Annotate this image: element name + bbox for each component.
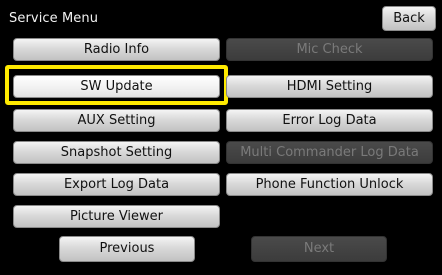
- snapshot-setting-button[interactable]: Snapshot Setting: [13, 141, 220, 164]
- page-title: Service Menu: [9, 11, 99, 26]
- next-button: Next: [251, 236, 387, 262]
- mic-check-button: Mic Check: [226, 38, 433, 61]
- export-log-data-button[interactable]: Export Log Data: [13, 173, 220, 196]
- radio-info-button[interactable]: Radio Info: [13, 38, 220, 61]
- picture-viewer-button[interactable]: Picture Viewer: [13, 205, 220, 228]
- previous-button[interactable]: Previous: [59, 236, 195, 262]
- back-button[interactable]: Back: [382, 6, 436, 31]
- error-log-data-button[interactable]: Error Log Data: [226, 109, 433, 132]
- multi-commander-log-data-button: Multi Commander Log Data: [226, 141, 433, 164]
- aux-setting-button[interactable]: AUX Setting: [13, 109, 220, 132]
- service-menu-screen: Service Menu Back Radio Info Mic Check S…: [0, 0, 442, 275]
- phone-function-unlock-button[interactable]: Phone Function Unlock: [226, 173, 433, 196]
- sw-update-button[interactable]: SW Update: [13, 75, 220, 98]
- hdmi-setting-button[interactable]: HDMI Setting: [226, 75, 433, 98]
